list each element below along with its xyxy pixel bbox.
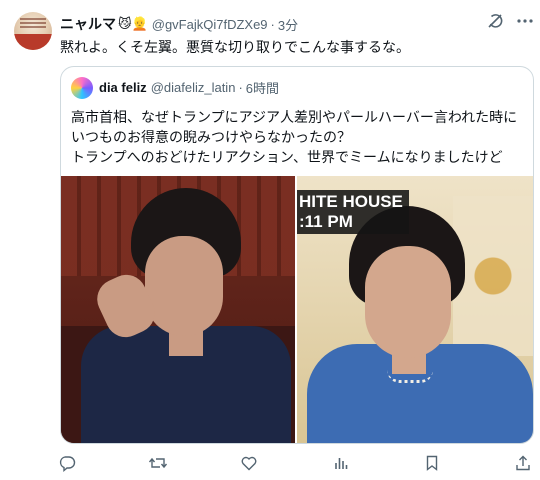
quoted-text-line: トランプへのおどけたリアクション、世界でミームになりましたけど — [71, 149, 503, 165]
separator-dot: · — [270, 16, 275, 32]
tweet-header: ニャルマ 😼👱 @gvFajkQi7fDZXe9 · 3分 — [60, 14, 526, 34]
bookmark-icon[interactable] — [421, 452, 443, 474]
caption-line: HITE HOUSE — [299, 192, 403, 211]
author-avatar[interactable] — [14, 12, 52, 50]
quoted-author-handle[interactable]: @diafeliz_latin — [151, 80, 236, 95]
tweet-text: 黙れよ。くそ左翼。悪質な切り取りでこんな事するな。 — [60, 39, 410, 55]
quoted-author-avatar[interactable] — [71, 77, 93, 99]
author-handle[interactable]: @gvFajkQi7fDZXe9 — [152, 17, 268, 32]
quoted-text-line: いつものお得意の睨みつけやらなかったの？ — [71, 129, 351, 145]
grok-icon[interactable] — [486, 12, 504, 30]
broadcast-caption: HITE HOUSE :11 PM — [297, 190, 409, 234]
media-image-right[interactable]: HITE HOUSE :11 PM — [297, 176, 533, 443]
quoted-tweet-time[interactable]: 6時間 — [246, 78, 279, 97]
tweet-actions — [56, 452, 534, 474]
views-icon[interactable] — [330, 452, 352, 474]
share-icon[interactable] — [512, 452, 534, 474]
reply-icon[interactable] — [56, 452, 78, 474]
caption-line: :11 PM — [299, 212, 353, 231]
retweet-icon[interactable] — [147, 452, 169, 474]
quoted-tweet-header: dia feliz @diafeliz_latin · 6時間 — [99, 78, 279, 97]
like-icon[interactable] — [238, 452, 260, 474]
media-image-left[interactable] — [61, 176, 297, 443]
quoted-text-line: 高市首相、なぜトランプにアジア人差別やパールハーバー言われた時に — [71, 109, 518, 125]
author-name[interactable]: ニャルマ — [60, 14, 116, 34]
quoted-tweet[interactable]: dia feliz @diafeliz_latin · 6時間 高市首相、なぜト… — [60, 66, 534, 444]
tweet-time[interactable]: 3分 — [278, 15, 298, 34]
quoted-author-name[interactable]: dia feliz — [99, 80, 147, 95]
more-icon[interactable] — [516, 12, 534, 30]
quoted-separator-dot: · — [238, 80, 243, 95]
author-emojis: 😼👱 — [118, 16, 148, 31]
quoted-tweet-text: 高市首相、なぜトランプにアジア人差別やパールハーバー言われた時に いつものお得意… — [71, 107, 525, 167]
quoted-media: HITE HOUSE :11 PM — [61, 176, 533, 443]
header-actions — [486, 12, 534, 30]
